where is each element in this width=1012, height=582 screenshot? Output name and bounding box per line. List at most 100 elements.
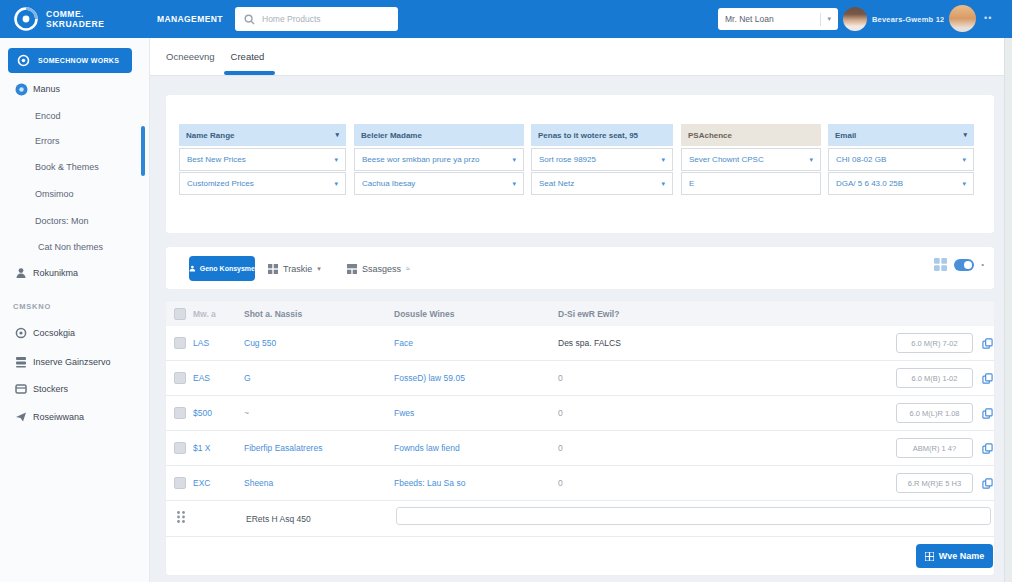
filter-select[interactable]: Sort rose 98925▾ [531, 148, 673, 171]
sidebar-subitem[interactable]: Errors [0, 134, 149, 148]
tab-bar: Ocneeevng Created [150, 38, 1012, 76]
row-input[interactable]: 6.0 M(B) 1-02 [896, 368, 973, 388]
send-icon [15, 411, 27, 423]
filter-select[interactable]: E [681, 172, 821, 195]
table-row: LAS Cug 550 Face Des spa. FALCS 6.0 M(R)… [166, 326, 994, 361]
filter-column: Beleier Madame Beese wor smkban prure ya… [354, 124, 524, 195]
copy-icon[interactable] [982, 478, 993, 489]
sidebar-item-label: SOMECHNOW WORKS [38, 57, 119, 64]
sidebar-subitem[interactable]: Doctors: Mon [0, 214, 149, 228]
sidebar-scrollbar[interactable] [141, 126, 145, 176]
sidebar-item-label: Roseiwwana [33, 412, 84, 422]
sidebar-subitem[interactable]: Book & Themes [0, 160, 149, 174]
divider [820, 13, 821, 26]
filter-select[interactable]: Cachua Ibesay▾ [354, 172, 524, 195]
toolbar-card: Geno Konsysme Traskie ▾ Ssasgess ≈ • [165, 246, 995, 290]
logo: COMME. SKRUADERE [13, 6, 104, 32]
copy-icon[interactable] [982, 408, 993, 419]
table-row: EAS G FosseD) law 59.05 0 6.0 M(B) 1-02 [166, 361, 994, 396]
select-all-checkbox[interactable] [174, 308, 186, 320]
more-dot-icon[interactable]: • [981, 260, 984, 269]
tilde-icon: ≈ [406, 265, 410, 272]
sidebar-item-manus[interactable]: Manus [0, 82, 149, 96]
filter-column: Name Range▾ Best New Prices▾ Customized … [179, 124, 346, 195]
sidebar-subitem[interactable]: Encod [0, 109, 149, 123]
filter-select[interactable]: Sever Chownt CPSC▾ [681, 148, 821, 171]
sidebar-item-label: Rokunikma [33, 268, 78, 278]
search-placeholder: Home Products [262, 14, 321, 24]
sidebar-item-label: Manus [33, 84, 60, 94]
filter-select[interactable]: DGA/ 5 6 43.0 25B▾ [828, 172, 974, 195]
traskie-button[interactable]: Traskie ▾ [268, 256, 321, 281]
layers-icon [15, 356, 27, 368]
sidebar-item-stockers[interactable]: Stockers [0, 382, 149, 396]
row-checkbox[interactable] [174, 407, 186, 419]
row-input[interactable]: 6.R M(R)E 5 H3 [896, 473, 973, 493]
filter-select[interactable]: Seat Netz▾ [531, 172, 673, 195]
row-checkbox[interactable] [174, 477, 186, 489]
new-row-input[interactable] [396, 507, 991, 525]
table-header: Mw. a Shot a. Nassis Dosusle Wines D-Si … [166, 301, 994, 326]
table-row: $500 ~ Fwes 0 6.0 M(L)R 1.08 [166, 396, 994, 431]
sidebar-item-cocsokgia[interactable]: Cocsokgia [0, 326, 149, 340]
save-button[interactable]: Wve Name [916, 544, 993, 568]
tab-created[interactable]: Created [228, 38, 268, 75]
sidebar-subitem[interactable]: Omsimoo [0, 187, 149, 201]
account-select[interactable]: Mr. Net Loan ▾ [718, 8, 838, 30]
filter-header[interactable]: Email▾ [828, 124, 974, 146]
row-input[interactable]: ABM(R) 1 4? [896, 438, 973, 458]
brand-name: COMME. SKRUADERE [46, 9, 104, 29]
filter-column: Penas to it wotere seat, 95 Sort rose 98… [531, 124, 673, 195]
row-input[interactable]: 6.0 M(L)R 1.08 [896, 403, 973, 423]
avatar[interactable] [843, 7, 867, 31]
sidebar-item-roseiwwana[interactable]: Roseiwwana [0, 410, 149, 424]
page-scrollbar[interactable] [1004, 38, 1012, 582]
filter-select[interactable]: Customized Prices▾ [179, 172, 346, 195]
filter-select[interactable]: Beese wor smkban prure ya przo▾ [354, 148, 524, 171]
filter-header[interactable]: PSAchence [681, 124, 821, 146]
row-checkbox[interactable] [174, 372, 186, 384]
circle-dot-icon [15, 83, 28, 96]
caret-down-icon: ▾ [508, 180, 516, 188]
sidebar-item-label: Inserve Gainzservo [33, 357, 111, 367]
save-grid-icon [925, 552, 934, 561]
copy-icon[interactable] [982, 443, 993, 454]
avatar[interactable] [949, 5, 976, 32]
toggle-knob [964, 261, 972, 269]
filter-header[interactable]: Beleier Madame [354, 124, 524, 146]
user-name[interactable]: Bevears-Gwemb 12m [872, 15, 944, 24]
primary-action-button[interactable]: Geno Konsysme [189, 256, 255, 281]
gear-icon [15, 327, 27, 339]
sidebar-item-rokunikma[interactable]: Rokunikma [0, 266, 149, 280]
sidebar-section-label: CMSKNO [0, 299, 149, 313]
more-menu[interactable]: •• [984, 13, 992, 23]
copy-icon[interactable] [982, 373, 993, 384]
filter-header[interactable]: Name Range▾ [179, 124, 346, 146]
row-checkbox[interactable] [174, 337, 186, 349]
tab-ocneeevng[interactable]: Ocneeevng [163, 38, 218, 75]
brand-line1: COMME. [46, 9, 104, 19]
sidebar-item-inserve[interactable]: Inserve Gainzservo [0, 355, 149, 369]
header-search[interactable]: Home Products [235, 7, 398, 31]
row-input[interactable]: 6.0 M(R) 7-02 [896, 333, 973, 353]
caret-down-icon: ▾ [331, 131, 339, 139]
app-header: COMME. SKRUADERE MANAGEMENT Home Product… [0, 0, 1012, 38]
ssasgess-button[interactable]: Ssasgess ≈ [347, 256, 410, 281]
sidebar-item-active[interactable]: SOMECHNOW WORKS [8, 48, 132, 73]
sidebar-subitem[interactable]: Cat Non themes [0, 240, 149, 254]
grid-icon[interactable] [934, 258, 947, 271]
logo-icon [13, 6, 39, 32]
filters-card: Name Range▾ Best New Prices▾ Customized … [165, 94, 995, 234]
toggle-switch[interactable] [954, 259, 974, 271]
drag-handle-icon[interactable] [175, 510, 187, 524]
copy-icon[interactable] [982, 338, 993, 349]
table-footer-row: ERets H Asq 450 [166, 501, 994, 537]
filter-header[interactable]: Penas to it wotere seat, 95 [531, 124, 673, 146]
filter-select[interactable]: CHI 08-02 GB▾ [828, 148, 974, 171]
filter-select[interactable]: Best New Prices▾ [179, 148, 346, 171]
nav-label[interactable]: MANAGEMENT [157, 14, 223, 24]
row-checkbox[interactable] [174, 442, 186, 454]
search-icon [244, 14, 255, 25]
caret-down-icon: ▾ [657, 180, 665, 188]
sidebar-item-label: Stockers [33, 384, 68, 394]
